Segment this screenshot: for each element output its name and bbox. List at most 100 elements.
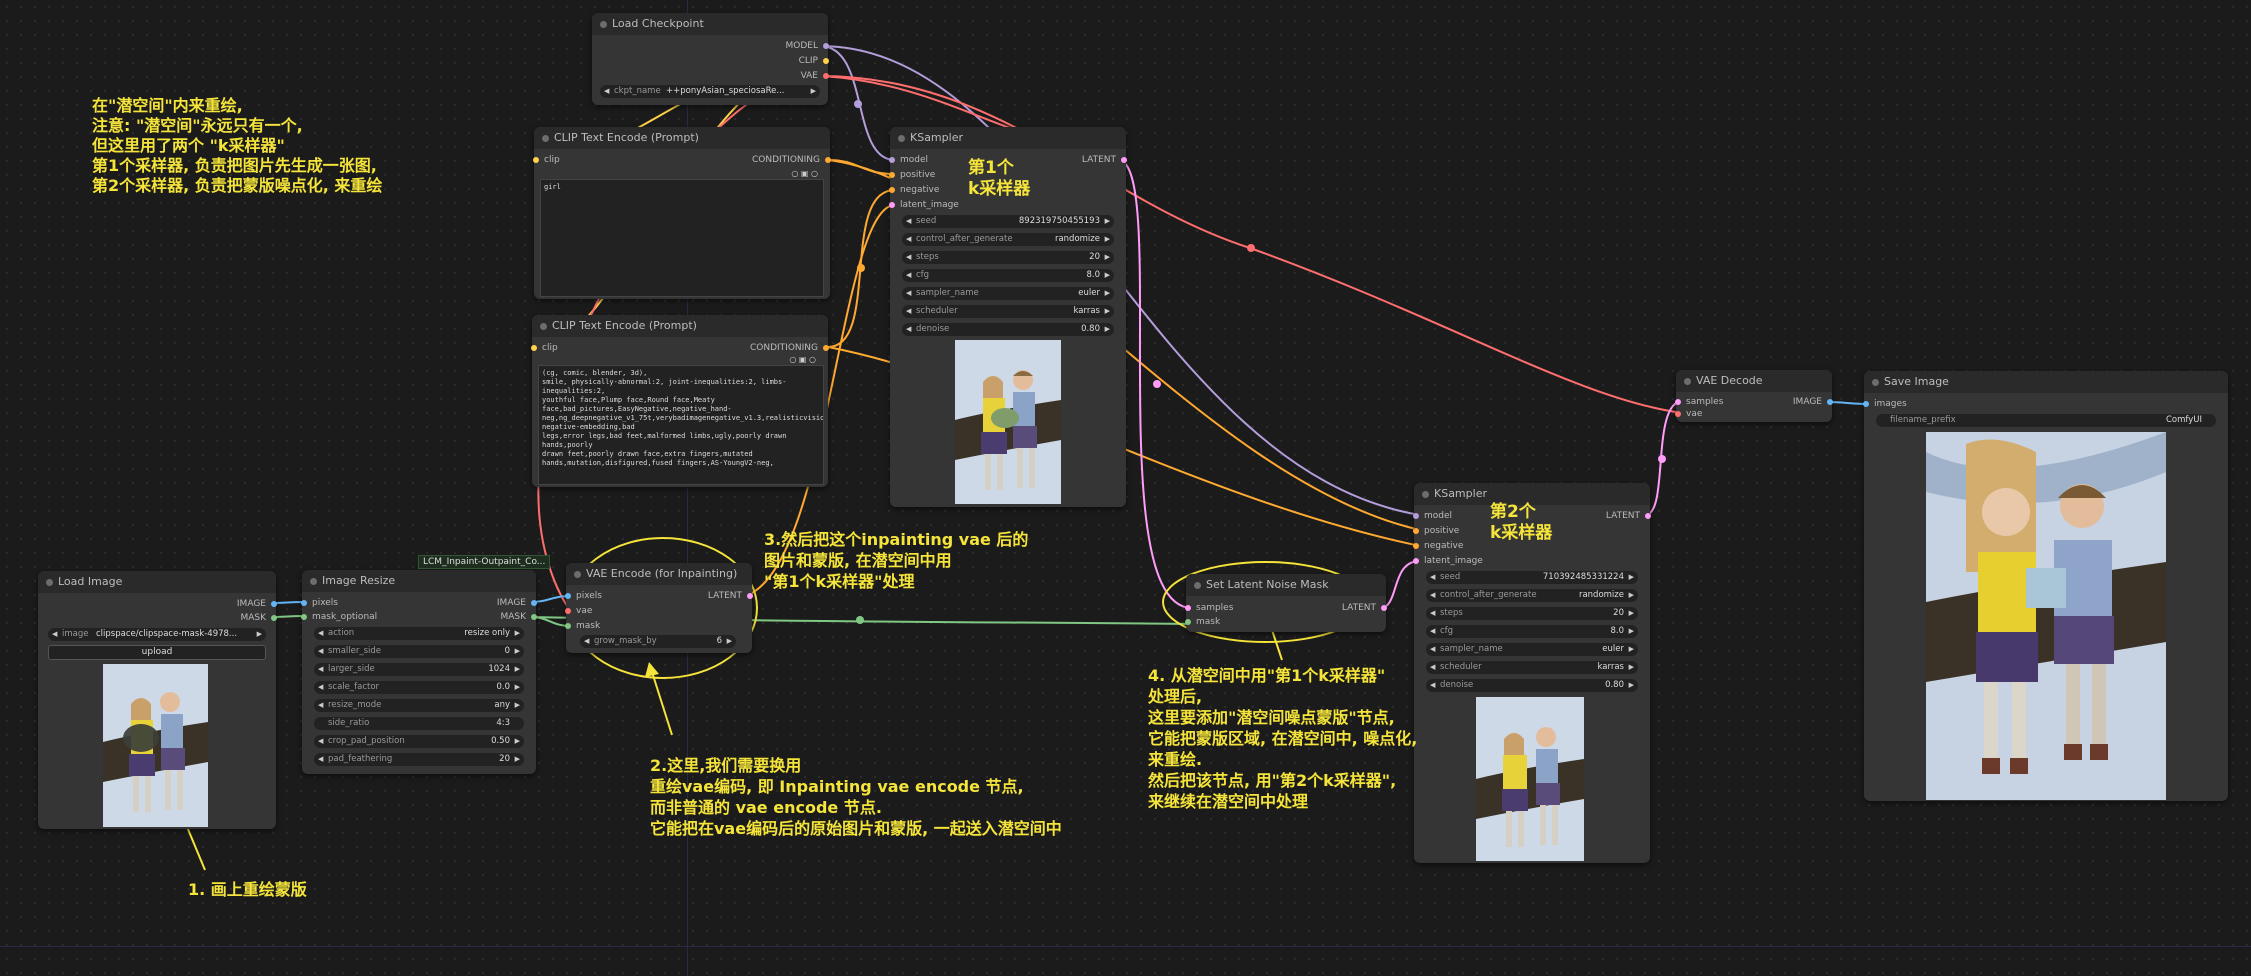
arrow-left-icon[interactable]: ◀	[52, 628, 57, 641]
arrow-left-icon[interactable]: ◀	[1430, 625, 1435, 638]
node-header[interactable]: VAE Decode	[1676, 370, 1832, 392]
output-latent[interactable]: LATENT	[1606, 510, 1651, 522]
vae-encode-inpainting-node[interactable]: VAE Encode (for Inpainting) pixels vae m…	[565, 563, 753, 653]
collapse-dot-icon[interactable]	[1684, 378, 1691, 385]
node-header[interactable]: Image Resize	[302, 570, 536, 592]
widget-steps[interactable]: ◀ steps 20 ▶	[902, 251, 1114, 264]
input-port-icon[interactable]	[1185, 619, 1191, 625]
node-header[interactable]: Load Image	[38, 571, 276, 593]
arrow-right-icon[interactable]: ▶	[1629, 571, 1634, 584]
preview-image[interactable]	[955, 340, 1061, 504]
input-port-icon[interactable]	[1413, 528, 1419, 534]
arrow-right-icon[interactable]: ▶	[515, 699, 520, 712]
output-port-icon[interactable]	[531, 614, 537, 620]
arrow-left-icon[interactable]: ◀	[906, 233, 911, 246]
arrow-left-icon[interactable]: ◀	[906, 323, 911, 336]
widget-sampler-name[interactable]: ◀ sampler_name euler ▶	[902, 287, 1114, 300]
input-positive[interactable]: positive	[889, 169, 935, 181]
node-header[interactable]: KSampler	[890, 127, 1126, 149]
arrow-left-icon[interactable]: ◀	[906, 215, 911, 228]
output-port-icon[interactable]	[271, 615, 277, 621]
input-mask[interactable]: mask	[565, 620, 600, 632]
arrow-left-icon[interactable]: ◀	[318, 681, 323, 694]
output-port-icon[interactable]	[1827, 399, 1833, 405]
output-port-icon[interactable]	[271, 601, 277, 607]
arrow-right-icon[interactable]: ▶	[515, 627, 520, 640]
collapse-dot-icon[interactable]	[1422, 491, 1429, 498]
widget-seed[interactable]: ◀ seed 710392485331224 ▶	[1426, 571, 1638, 584]
output-mask[interactable]: MASK	[500, 611, 537, 623]
node-header[interactable]: VAE Encode (for Inpainting)	[566, 563, 752, 585]
output-port-icon[interactable]	[823, 43, 829, 49]
input-pixels[interactable]: pixels	[301, 597, 338, 609]
output-port-icon[interactable]	[1645, 513, 1651, 519]
arrow-right-icon[interactable]: ▶	[1105, 287, 1110, 300]
input-samples[interactable]: samples	[1675, 396, 1723, 408]
collapse-dot-icon[interactable]	[46, 579, 53, 586]
widget-control-after-generate[interactable]: ◀ control_after_generate randomize ▶	[1426, 589, 1638, 602]
arrow-left-icon[interactable]: ◀	[906, 287, 911, 300]
widget-larger-side[interactable]: ◀ larger_side 1024 ▶	[314, 663, 524, 676]
widget-smaller-side[interactable]: ◀ smaller_side 0 ▶	[314, 645, 524, 658]
save-image-node[interactable]: Save Image images filename_prefix ComfyUI	[1863, 371, 2228, 801]
input-port-icon[interactable]	[531, 345, 537, 351]
input-port-icon[interactable]	[301, 614, 307, 620]
arrow-left-icon[interactable]: ◀	[318, 663, 323, 676]
input-negative[interactable]: negative	[889, 184, 939, 196]
input-mask[interactable]: mask	[1185, 616, 1220, 628]
source-image-with-mask[interactable]	[103, 664, 208, 827]
input-latent-image[interactable]: latent_image	[889, 199, 959, 211]
output-port-icon[interactable]	[825, 157, 831, 163]
arrow-left-icon[interactable]: ◀	[318, 735, 323, 748]
collapse-dot-icon[interactable]	[310, 578, 317, 585]
arrow-right-icon[interactable]: ▶	[1629, 589, 1634, 602]
node-header[interactable]: CLIP Text Encode (Prompt)	[534, 127, 830, 149]
upload-button[interactable]: upload	[48, 645, 266, 660]
vae-decode-node[interactable]: VAE Decode samples vae IMAGE	[1675, 370, 1833, 422]
set-latent-noise-mask-node[interactable]: Set Latent Noise Mask samples mask LATEN…	[1185, 574, 1387, 632]
arrow-right-icon[interactable]: ▶	[515, 681, 520, 694]
widget-seed[interactable]: ◀ seed 892319750455193 ▶	[902, 215, 1114, 228]
arrow-right-icon[interactable]: ▶	[1629, 607, 1634, 620]
clip-text-encode-positive-node[interactable]: CLIP Text Encode (Prompt) clip CONDITION…	[533, 127, 831, 299]
collapse-dot-icon[interactable]	[574, 571, 581, 578]
arrow-left-icon[interactable]: ◀	[906, 305, 911, 318]
arrow-right-icon[interactable]: ▶	[727, 635, 732, 648]
prompt-textarea[interactable]: (cg, comic, blender, 3d), smile, physica…	[538, 365, 824, 485]
input-port-icon[interactable]	[1185, 605, 1191, 611]
widget-scheduler[interactable]: ◀ scheduler karras ▶	[1426, 661, 1638, 674]
output-latent[interactable]: LATENT	[708, 590, 753, 602]
arrow-left-icon[interactable]: ◀	[318, 753, 323, 766]
arrow-left-icon[interactable]: ◀	[1430, 589, 1435, 602]
output-latent[interactable]: LATENT	[1342, 602, 1387, 614]
output-port-icon[interactable]	[531, 600, 537, 606]
group-tag[interactable]: LCM_Inpaint-Outpaint_Co...	[418, 555, 551, 569]
output-port-icon[interactable]	[1381, 605, 1387, 611]
arrow-left-icon[interactable]: ◀	[318, 627, 323, 640]
arrow-right-icon[interactable]: ▶	[257, 628, 262, 641]
input-port-icon[interactable]	[565, 608, 571, 614]
widget-denoise[interactable]: ◀ denoise 0.80 ▶	[1426, 679, 1638, 692]
arrow-right-icon[interactable]: ▶	[515, 663, 520, 676]
arrow-left-icon[interactable]: ◀	[318, 645, 323, 658]
widget-resize-mode[interactable]: ◀ resize_mode any ▶	[314, 699, 524, 712]
input-model[interactable]: model	[889, 154, 928, 166]
arrow-right-icon[interactable]: ▶	[1629, 679, 1634, 692]
output-port-icon[interactable]	[747, 593, 753, 599]
input-images[interactable]: images	[1863, 398, 1907, 410]
arrow-right-icon[interactable]: ▶	[1629, 661, 1634, 674]
node-header[interactable]: Save Image	[1864, 371, 2228, 393]
arrow-right-icon[interactable]: ▶	[1629, 643, 1634, 656]
widget-scale-factor[interactable]: ◀ scale_factor 0.0 ▶	[314, 681, 524, 694]
output-conditioning[interactable]: CONDITIONING	[752, 154, 831, 166]
input-model[interactable]: model	[1413, 510, 1452, 522]
collapse-dot-icon[interactable]	[898, 135, 905, 142]
collapse-dot-icon[interactable]	[1872, 379, 1879, 386]
image-resize-node[interactable]: Image Resize pixels mask_optional IMAGE …	[301, 570, 537, 774]
arrow-left-icon[interactable]: ◀	[1430, 607, 1435, 620]
output-port-icon[interactable]	[823, 345, 829, 351]
node-header[interactable]: CLIP Text Encode (Prompt)	[532, 315, 828, 337]
image-select-widget[interactable]: ◀ image clipspace/clipspace-mask-4978... ▶	[48, 628, 266, 641]
clip-text-encode-negative-node[interactable]: CLIP Text Encode (Prompt) clip CONDITION…	[531, 315, 829, 487]
arrow-right-icon[interactable]: ▶	[1105, 251, 1110, 264]
